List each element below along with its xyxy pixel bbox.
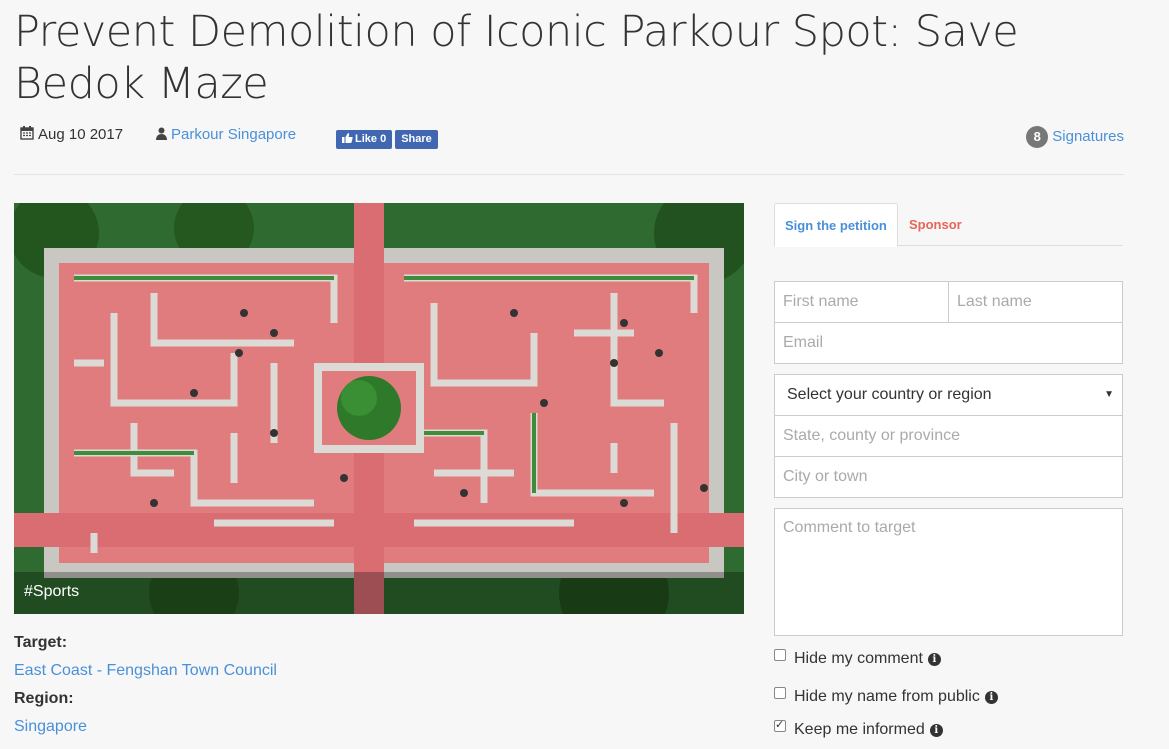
category-tag[interactable]: #Sports bbox=[24, 583, 79, 601]
city-input[interactable]: City or town bbox=[774, 456, 1123, 498]
info-circle-icon[interactable]: i bbox=[929, 723, 943, 737]
country-select[interactable]: Select your country or region ▼ bbox=[774, 374, 1123, 416]
petition-photo: #Sports bbox=[14, 203, 744, 614]
maze-aerial-image bbox=[14, 203, 744, 614]
caret-down-icon: ▼ bbox=[1104, 389, 1114, 400]
signatures-link[interactable]: Signatures bbox=[1052, 128, 1124, 145]
target-label: Target: bbox=[14, 634, 68, 651]
category-tag-bar: #Sports bbox=[14, 572, 744, 614]
comment-textarea[interactable]: Comment to target bbox=[774, 508, 1123, 636]
last-name-input[interactable]: Last name bbox=[948, 281, 1123, 323]
facebook-buttons: Like 0 Share bbox=[336, 130, 438, 149]
keep-informed-checkbox[interactable]: Keep me informed i bbox=[774, 718, 943, 739]
thumbs-up-icon bbox=[342, 133, 353, 143]
region-link[interactable]: Singapore bbox=[14, 718, 87, 735]
hide-comment-box[interactable] bbox=[774, 649, 786, 661]
region-label: Region: bbox=[14, 690, 74, 707]
facebook-share-button[interactable]: Share bbox=[395, 130, 438, 149]
calendar-icon bbox=[20, 126, 34, 140]
petition-date: Aug 10 2017 bbox=[20, 126, 123, 143]
email-input[interactable]: Email bbox=[774, 322, 1123, 364]
tab-sign-petition[interactable]: Sign the petition bbox=[774, 203, 898, 247]
first-name-input[interactable]: First name bbox=[774, 281, 949, 323]
hide-name-box[interactable] bbox=[774, 687, 786, 699]
sign-tabs: Sign the petition Sponsor bbox=[774, 203, 1123, 247]
keep-informed-box[interactable] bbox=[774, 718, 786, 732]
info-circle-icon[interactable]: i bbox=[927, 652, 941, 666]
signature-count-badge: 8 bbox=[1026, 126, 1049, 148]
petition-details: Target: East Coast - Fengshan Town Counc… bbox=[14, 632, 277, 744]
user-icon bbox=[156, 127, 167, 140]
petition-meta: Aug 10 2017 Parkour Singapore Like 0 Sha… bbox=[20, 126, 1124, 152]
hide-name-checkbox[interactable]: Hide my name from public i bbox=[774, 687, 998, 706]
state-input[interactable]: State, county or province bbox=[774, 415, 1123, 457]
country-select-value: Select your country or region bbox=[787, 386, 992, 403]
petition-author: Parkour Singapore bbox=[156, 126, 296, 143]
hide-comment-checkbox[interactable]: Hide my comment i bbox=[774, 649, 941, 668]
facebook-like-button[interactable]: Like 0 bbox=[336, 130, 393, 149]
tab-sponsor[interactable]: Sponsor bbox=[899, 203, 972, 246]
page-title: Prevent Demolition of Iconic Parkour Spo… bbox=[14, 7, 1019, 109]
target-link[interactable]: East Coast - Fengshan Town Council bbox=[14, 662, 277, 679]
author-link[interactable]: Parkour Singapore bbox=[171, 126, 296, 143]
info-circle-icon[interactable]: i bbox=[984, 690, 998, 704]
signatures-counter: 8 Signatures bbox=[1026, 126, 1124, 148]
divider bbox=[14, 174, 1124, 175]
